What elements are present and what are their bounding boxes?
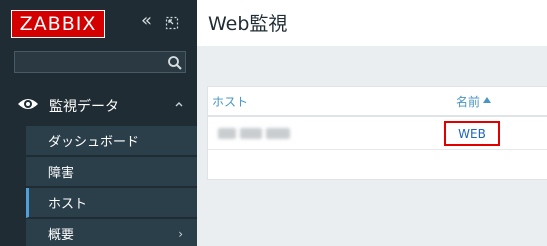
page-header: Web監視 [197,0,547,46]
eye-icon [18,99,38,109]
search-input[interactable] [15,53,155,73]
chevron-up-icon [175,102,183,107]
zabbix-logo[interactable]: ZABBIX [11,10,105,38]
chevron-right-icon: › [178,227,183,241]
menu-item-label: 概要 [48,228,75,243]
submenu: ダッシュボード 障害 ホスト 概要 › [0,124,197,246]
highlight-box: WEB [444,121,500,146]
search-field[interactable] [14,51,186,73]
kiosk-mode-button[interactable] [165,15,181,31]
column-header-host[interactable]: ホスト [212,93,248,110]
page-title: Web監視 [208,13,288,35]
web-scenario-link[interactable]: WEB [458,127,486,141]
menu-item-dashboard[interactable]: ダッシュボード [26,126,197,156]
expand-icon [165,16,179,30]
logo-text: ZABBIX [19,13,97,35]
row-divider [208,149,547,150]
web-monitoring-table: ホスト 名前 WEB [207,86,547,180]
menu-item-label: 障害 [48,166,75,181]
menu-item-hosts[interactable]: ホスト [26,188,197,218]
menu-item-label: ホスト [48,197,88,212]
menu-item-label: ダッシュボード [48,135,140,150]
redacted-text [218,128,236,139]
main-content: Web監視 ホスト 名前 WEB [197,0,547,246]
collapse-sidebar-button[interactable]: « [141,12,157,30]
menu-item-overview[interactable]: 概要 › [26,219,197,246]
host-cell-redacted [218,128,294,139]
sidebar: ZABBIX « 監視データ ダッシュボード 障害 ホスト 概要 › [0,0,197,246]
sort-ascending-icon [483,97,491,103]
redacted-text [266,128,290,139]
redacted-text [240,128,262,139]
header-divider [208,115,547,117]
menu-section-label: 監視データ [49,99,119,115]
search-icon[interactable] [167,55,183,71]
double-chevron-left-icon: « [141,10,153,31]
menu-item-problems[interactable]: 障害 [26,157,197,187]
column-header-name[interactable]: 名前 [456,93,480,110]
